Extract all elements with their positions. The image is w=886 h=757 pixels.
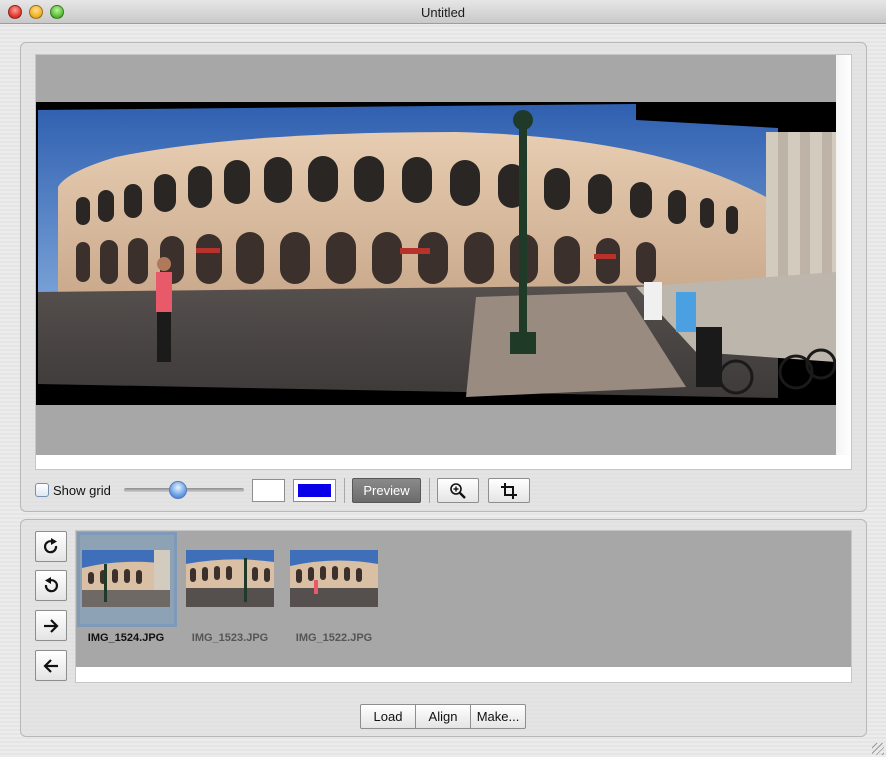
thumbnail-label: IMG_1524.JPG: [87, 632, 165, 644]
rotate-counterclockwise-icon: [44, 576, 59, 592]
background-color-well[interactable]: [252, 479, 285, 502]
thumbnail-image[interactable]: [290, 550, 378, 607]
panorama-image: [36, 102, 836, 405]
grid-color-well[interactable]: [293, 479, 336, 502]
arrow-left-icon: [43, 658, 58, 673]
grid-color-fill: [298, 484, 331, 497]
preview-button[interactable]: Preview: [352, 478, 421, 503]
toolbar-separator: [344, 478, 345, 503]
move-right-button[interactable]: [35, 610, 67, 641]
show-grid-label: Show grid: [53, 483, 111, 498]
toolbar-separator: [429, 478, 430, 503]
align-button[interactable]: Align: [415, 704, 471, 729]
thumbnail-label: IMG_1522.JPG: [295, 632, 373, 644]
crop-icon: [501, 482, 517, 499]
thumbnail-label: IMG_1523.JPG: [191, 632, 269, 644]
thumbnail-image[interactable]: [186, 550, 274, 607]
show-grid-checkbox[interactable]: [35, 483, 49, 497]
rotate-clockwise-icon: [43, 537, 58, 553]
canvas-scrollbar[interactable]: [836, 55, 851, 455]
crop-button[interactable]: [488, 478, 530, 503]
make-button[interactable]: Make...: [470, 704, 526, 729]
zoom-in-icon: [450, 482, 466, 499]
title-bar: Untitled: [0, 0, 886, 24]
window-title: Untitled: [420, 5, 466, 20]
rotate-counterclockwise-button[interactable]: [35, 570, 67, 601]
arrow-right-icon: [44, 618, 59, 633]
load-button[interactable]: Load: [360, 704, 416, 729]
rotate-clockwise-button[interactable]: [35, 531, 67, 562]
slider-knob[interactable]: [169, 481, 187, 499]
thumbnail-image[interactable]: [82, 550, 170, 607]
resize-grip[interactable]: [872, 743, 884, 755]
zoom-in-button[interactable]: [437, 478, 479, 503]
move-left-button[interactable]: [35, 650, 67, 681]
